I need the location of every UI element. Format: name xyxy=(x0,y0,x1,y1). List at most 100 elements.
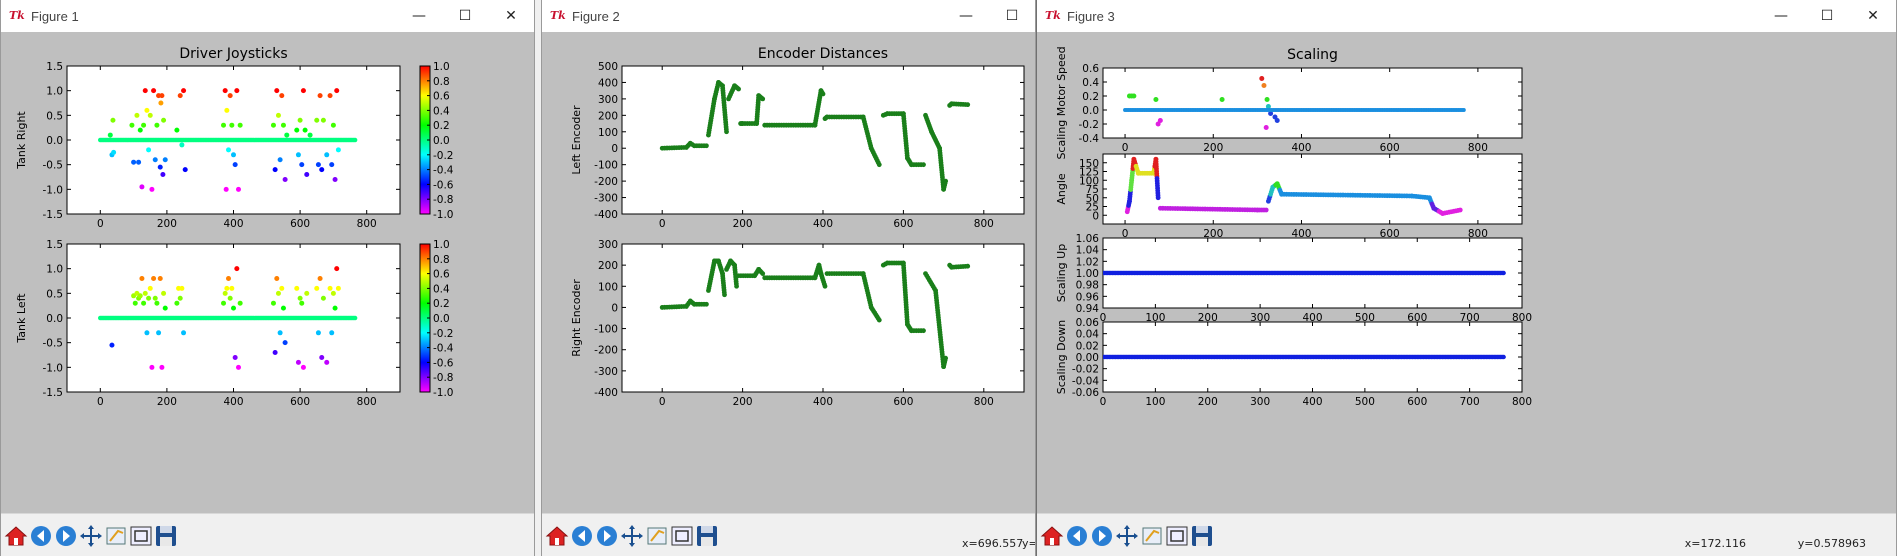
x-tick-label: 800 xyxy=(357,218,377,230)
y-tick-label: 0.04 xyxy=(1076,329,1100,341)
save-button[interactable] xyxy=(1189,523,1215,549)
save-button[interactable] xyxy=(153,523,179,549)
maximize-button[interactable]: ☐ xyxy=(442,0,488,32)
data-point xyxy=(144,330,150,336)
data-point xyxy=(224,285,230,291)
pan-button[interactable] xyxy=(78,523,104,549)
y-tick-label: -0.5 xyxy=(43,160,64,172)
figure-canvas[interactable]: Driver Joysticks Tank Right 0 200 400 600 800 -… xyxy=(1,32,534,518)
forward-button[interactable] xyxy=(594,523,620,549)
data-point xyxy=(876,162,882,168)
data-point xyxy=(141,122,147,128)
title-bar[interactable]: Tk Figure 1 — ☐ ✕ xyxy=(1,0,534,32)
home-button[interactable] xyxy=(1039,523,1065,549)
save-label xyxy=(1196,526,1208,533)
data-point xyxy=(139,276,145,282)
data-point xyxy=(224,107,230,113)
back-button[interactable] xyxy=(569,523,595,549)
y-axis-label: Angle xyxy=(1055,173,1068,205)
close-button[interactable]: ✕ xyxy=(488,0,534,32)
back-button[interactable] xyxy=(28,523,54,549)
save-button[interactable] xyxy=(694,523,720,549)
data-point xyxy=(324,359,330,365)
data-point xyxy=(232,162,238,168)
close-button[interactable]: ✕ xyxy=(1850,0,1896,32)
forward-icon xyxy=(597,526,617,546)
subplots-button[interactable] xyxy=(1164,523,1190,549)
pan-button[interactable] xyxy=(1114,523,1140,549)
x-tick-label: 600 xyxy=(290,218,310,230)
data-point xyxy=(270,300,276,306)
subplot-2: Angle0 200 400 600 8000255075100125150 xyxy=(1055,153,1523,240)
zoom-button[interactable] xyxy=(1139,523,1165,549)
data-point xyxy=(282,176,288,182)
colorbar-tick-label: -1.0 xyxy=(433,209,454,221)
y-axis-label: Scaling Down xyxy=(1055,320,1068,395)
colorbar-tick-label: -0.6 xyxy=(433,179,454,191)
y-tick-label: 0.98 xyxy=(1076,280,1099,292)
data-point xyxy=(226,276,232,282)
data-point xyxy=(1461,108,1466,112)
x-tick-label: 400 xyxy=(223,396,243,408)
maximize-button[interactable]: ☐ xyxy=(989,0,1035,32)
y-tick-label: 0.02 xyxy=(1076,340,1099,352)
data-point xyxy=(943,178,949,184)
y-tick-label: 100 xyxy=(598,281,618,293)
home-button[interactable] xyxy=(544,523,570,549)
x-tick-label: 800 xyxy=(357,396,377,408)
maximize-button[interactable]: ☐ xyxy=(1804,0,1850,32)
data-point xyxy=(297,117,303,123)
subplots-button[interactable] xyxy=(128,523,154,549)
data-point xyxy=(156,330,162,336)
zoom-button[interactable] xyxy=(644,523,670,549)
data-point xyxy=(319,167,325,173)
data-point xyxy=(1263,125,1269,130)
figure-canvas[interactable]: Scaling Scaling Motor Speed 0 200 400 600 800 -… xyxy=(1037,32,1896,518)
data-point xyxy=(280,305,286,311)
y-axis-label: Scaling Motor Speed xyxy=(1055,46,1068,159)
back-button[interactable] xyxy=(1064,523,1090,549)
figure-2-svg[interactable]: Encoder Distances Left Encoder 0 200 400 600 8… xyxy=(542,32,1035,514)
data-point xyxy=(319,354,325,360)
y-tick-label: 300 xyxy=(598,94,618,106)
data-point xyxy=(1274,118,1280,123)
y-tick-label: -200 xyxy=(594,176,618,188)
y-axis-label: Right Encoder xyxy=(570,279,583,357)
data-point xyxy=(1155,195,1161,201)
data-point xyxy=(822,283,828,289)
save-label xyxy=(160,526,172,533)
data-point xyxy=(352,137,358,143)
data-point xyxy=(1501,270,1506,276)
subplots-button[interactable] xyxy=(669,523,695,549)
figure-3-svg[interactable]: Scaling Scaling Motor Speed 0 200 400 600 800 -… xyxy=(1037,32,1896,514)
data-point xyxy=(132,300,138,306)
minimize-button[interactable]: — xyxy=(396,0,442,32)
zoom-button[interactable] xyxy=(103,523,129,549)
title-bar[interactable]: Tk Figure 2 — ☐ xyxy=(542,0,1035,32)
data-point xyxy=(274,88,280,94)
minimize-button[interactable]: — xyxy=(943,0,989,32)
zoom-frame xyxy=(1142,527,1162,545)
data-point xyxy=(154,300,160,306)
data-point xyxy=(129,122,135,128)
data-point xyxy=(820,91,826,97)
figure-canvas[interactable]: Encoder Distances Left Encoder 0 200 400 600 8… xyxy=(542,32,1035,518)
y-tick-label: 500 xyxy=(598,61,618,73)
data-point xyxy=(1157,118,1163,123)
tk-icon: Tk xyxy=(1045,9,1061,22)
colorbar-tick-label: -0.4 xyxy=(433,343,454,355)
forward-button[interactable] xyxy=(1089,523,1115,549)
y-tick-label: 0.0 xyxy=(1082,105,1099,117)
data-point xyxy=(110,117,116,123)
forward-button[interactable] xyxy=(53,523,79,549)
figure-1-window: Tk Figure 1 — ☐ ✕ Driver Joysticks Tank R… xyxy=(0,0,535,556)
home-button[interactable] xyxy=(3,523,29,549)
y-tick-label: -0.04 xyxy=(1072,375,1099,387)
data-point xyxy=(134,112,140,118)
pan-button[interactable] xyxy=(619,523,645,549)
title-bar[interactable]: Tk Figure 3 — ☐ ✕ xyxy=(1037,0,1896,32)
minimize-button[interactable]: — xyxy=(1758,0,1804,32)
y-tick-label: 0.0 xyxy=(46,135,63,147)
data-point xyxy=(279,285,285,291)
figure-1-svg[interactable]: Driver Joysticks Tank Right 0 200 400 600 800 -… xyxy=(1,32,534,514)
